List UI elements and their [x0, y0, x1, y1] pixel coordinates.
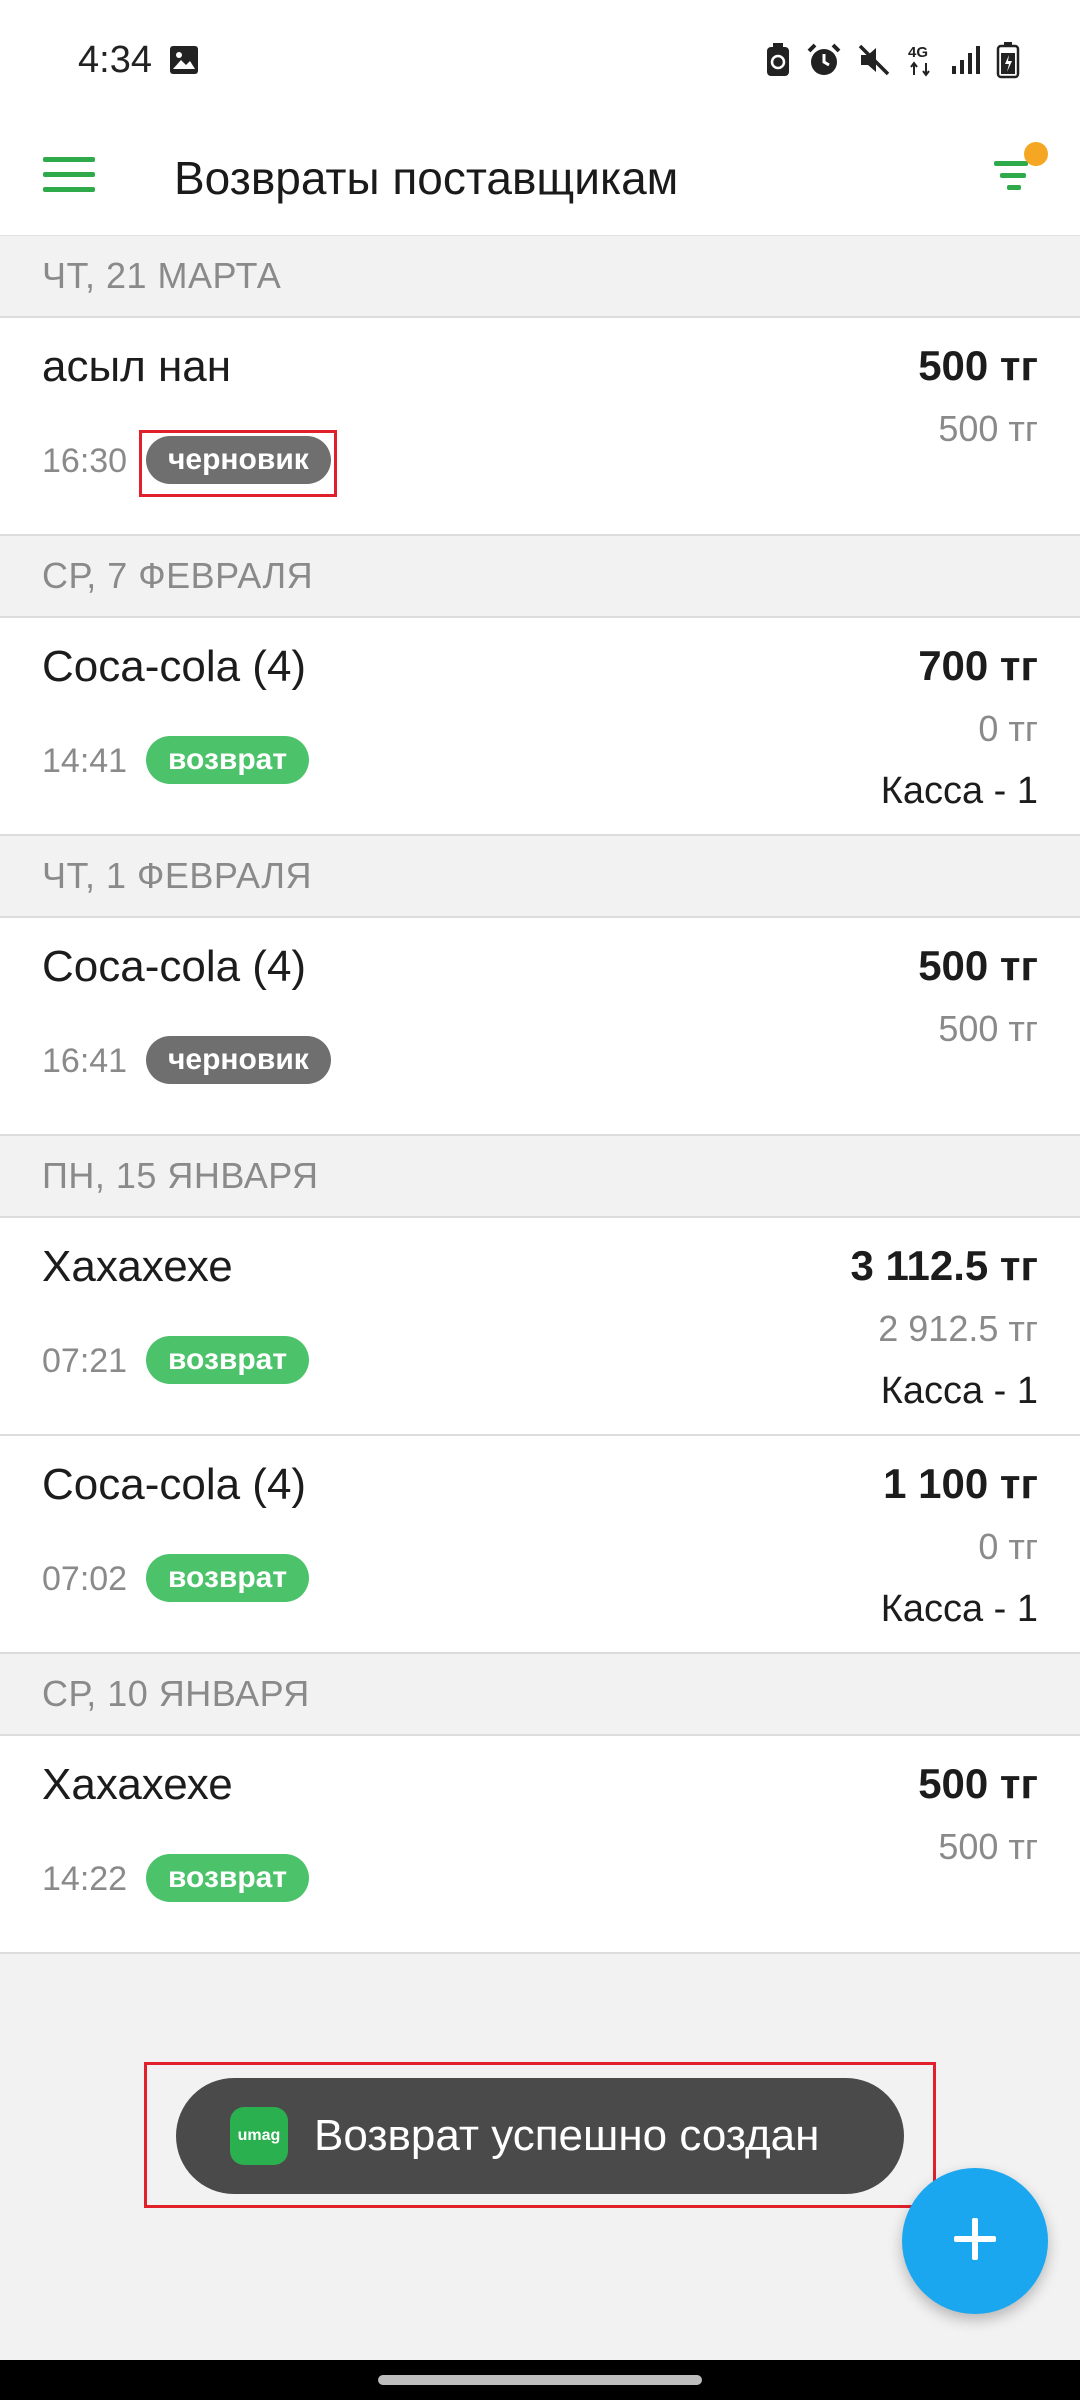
status-badge: возврат: [146, 736, 310, 784]
battery-icon: [996, 41, 1020, 79]
image-icon: [168, 44, 200, 76]
item-kassa: Касса - 1: [880, 770, 1038, 812]
item-kassa: Касса - 1: [880, 1588, 1038, 1630]
item-time: 16:30: [42, 442, 128, 480]
item-paid-amount: 2 912.5 тг: [878, 1308, 1038, 1349]
item-name: Хахахехе: [42, 1760, 233, 1809]
item-paid-amount: 0 тг: [978, 708, 1038, 749]
item-paid-amount: 500 тг: [938, 1826, 1038, 1867]
plus-icon: [950, 2214, 1000, 2269]
item-amount: 500 тг: [918, 1760, 1038, 1807]
date-header: СР, 7 ФЕВРАЛЯ: [0, 536, 1080, 618]
status-bar: 4:34 4G: [0, 0, 1080, 120]
date-header: ПН, 15 ЯНВАРЯ: [0, 1136, 1080, 1218]
item-name: Coca-cola (4): [42, 642, 307, 691]
list-item[interactable]: Coca-cola (4) 14:41 возврат 700 тг 0 тг …: [0, 618, 1080, 836]
home-gesture-handle[interactable]: [378, 2375, 702, 2385]
list-item[interactable]: Хахахехе 07:21 возврат 3 112.5 тг 2 912.…: [0, 1218, 1080, 1436]
item-name: Coca-cola (4): [42, 1460, 307, 1509]
item-time: 14:22: [42, 1860, 128, 1898]
alarm-icon: [806, 42, 842, 78]
screen: 4:34 4G Возвраты поставщикам ЧТ, 21 МАРТ…: [0, 0, 1080, 2400]
item-name: асыл нан: [42, 342, 232, 391]
draft-badge-highlight: [139, 430, 337, 497]
add-return-button[interactable]: [902, 2168, 1048, 2314]
list-item[interactable]: Coca-cola (4) 16:41 черновик 500 тг 500 …: [0, 918, 1080, 1136]
status-right: 4G: [764, 41, 1020, 79]
status-time: 4:34: [78, 38, 152, 81]
toast-highlight: [144, 2062, 936, 2208]
page-title: Возвраты поставщикам: [174, 151, 679, 204]
item-time: 07:02: [42, 1560, 128, 1598]
date-header: ЧТ, 1 ФЕВРАЛЯ: [0, 836, 1080, 918]
filter-button[interactable]: [950, 120, 1080, 236]
item-time: 07:21: [42, 1342, 128, 1380]
list-item[interactable]: асыл нан 16:30 черновик 500 тг 500 тг: [0, 318, 1080, 536]
item-name: Хахахехе: [42, 1242, 233, 1291]
status-badge: черновик: [146, 1036, 331, 1084]
4g-icon: 4G: [906, 42, 936, 78]
item-time: 16:41: [42, 1042, 128, 1080]
item-amount: 500 тг: [918, 342, 1038, 389]
item-amount: 3 112.5 тг: [850, 1242, 1038, 1289]
svg-text:4G: 4G: [908, 44, 928, 61]
hamburger-menu-icon: [43, 155, 95, 200]
battery-saver-icon: [764, 42, 792, 78]
item-amount: 500 тг: [918, 942, 1038, 989]
status-badge: возврат: [146, 1554, 310, 1602]
status-left: 4:34: [78, 39, 200, 82]
item-amount: 1 100 тг: [883, 1460, 1038, 1507]
mute-icon: [856, 42, 892, 78]
status-badge: возврат: [146, 1336, 310, 1384]
list-item[interactable]: Хахахехе 14:22 возврат 500 тг 500 тг: [0, 1736, 1080, 1954]
item-amount: 700 тг: [918, 642, 1038, 689]
item-name: Coca-cola (4): [42, 942, 307, 991]
filter-active-dot: [1024, 141, 1048, 166]
app-bar: Возвраты поставщикам: [0, 120, 1080, 236]
item-paid-amount: 500 тг: [938, 1008, 1038, 1049]
item-time: 14:41: [42, 742, 128, 780]
item-kassa: Касса - 1: [880, 1370, 1038, 1412]
status-badge: возврат: [146, 1854, 310, 1902]
date-header: ЧТ, 21 МАРТА: [0, 236, 1080, 318]
item-paid-amount: 500 тг: [938, 408, 1038, 449]
date-header: СР, 10 ЯНВАРЯ: [0, 1654, 1080, 1736]
item-paid-amount: 0 тг: [978, 1526, 1038, 1567]
list-item[interactable]: Coca-cola (4) 07:02 возврат 1 100 тг 0 т…: [0, 1436, 1080, 1654]
menu-button[interactable]: [0, 120, 144, 236]
signal-icon: [950, 44, 982, 76]
